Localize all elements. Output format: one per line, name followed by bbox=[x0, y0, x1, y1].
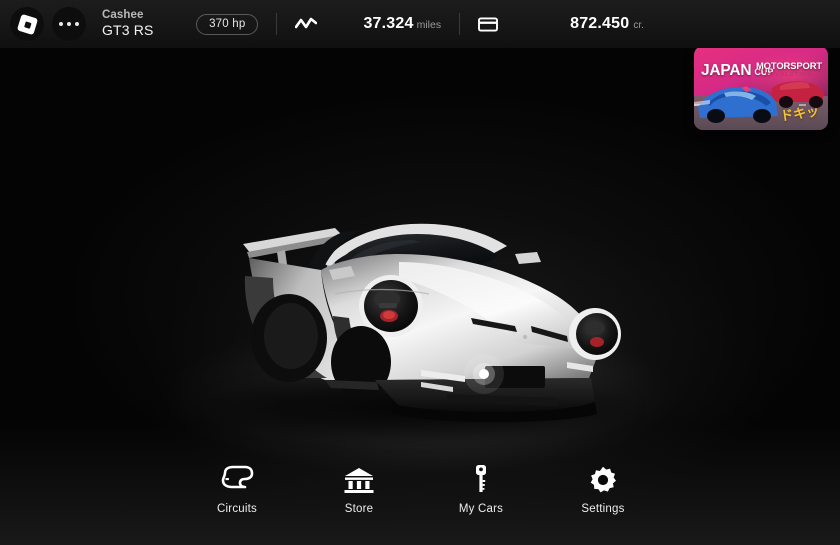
nav-label-store: Store bbox=[344, 503, 374, 515]
credits-stat: 872.450 cr. bbox=[460, 11, 662, 37]
credits-unit: cr. bbox=[633, 20, 644, 31]
porsche-gt3-rs-illustration bbox=[243, 223, 621, 423]
promo-brand-group: MOTORSPORT REVOLUTION bbox=[756, 61, 822, 78]
car-key-icon bbox=[471, 464, 491, 494]
activity-chart-icon bbox=[295, 16, 318, 32]
roblox-logo-icon bbox=[16, 13, 38, 35]
player-info: Cashee GT3 RS bbox=[102, 8, 153, 39]
current-car-name: GT3 RS bbox=[102, 22, 154, 39]
bank-building-icon bbox=[344, 464, 374, 494]
more-options-button[interactable] bbox=[52, 7, 86, 41]
promo-title: JAPAN bbox=[701, 62, 752, 79]
credits-value: 872.450 bbox=[570, 15, 630, 32]
nav-label-circuits: Circuits bbox=[217, 503, 257, 515]
game-garage-screen: Cashee GT3 RS 370 hp 37.324 miles 872.45… bbox=[0, 0, 840, 545]
promo-brand: MOTORSPORT bbox=[755, 60, 822, 71]
nav-label-my-cars: My Cars bbox=[458, 503, 504, 515]
race-track-icon bbox=[220, 464, 254, 494]
car-model-viewport[interactable] bbox=[160, 166, 680, 476]
nav-item-store[interactable]: Store bbox=[318, 464, 400, 515]
gear-icon bbox=[589, 464, 617, 494]
bottom-nav: Circuits Store My Cars Settings bbox=[0, 464, 840, 515]
player-name: Cashee bbox=[102, 9, 144, 22]
power-stat: 370 hp bbox=[178, 11, 276, 37]
distance-stat: 37.324 miles bbox=[277, 11, 459, 37]
promo-card[interactable]: JAPAN CUP MOTORSPORT REVOLUTION ドキッ bbox=[694, 46, 828, 130]
top-bar: Cashee GT3 RS 370 hp 37.324 miles 872.45… bbox=[0, 0, 840, 48]
nav-label-settings: Settings bbox=[581, 503, 625, 515]
distance-unit: miles bbox=[416, 19, 442, 31]
roblox-logo-button[interactable] bbox=[10, 7, 44, 41]
nav-item-settings[interactable]: Settings bbox=[562, 464, 644, 515]
nav-item-circuits[interactable]: Circuits bbox=[196, 464, 278, 515]
distance-value: 37.324 bbox=[363, 15, 414, 32]
promo-brand-sub: REVOLUTION bbox=[765, 71, 813, 78]
credit-card-icon bbox=[478, 16, 499, 32]
power-badge: 370 hp bbox=[196, 13, 259, 35]
nav-item-my-cars[interactable]: My Cars bbox=[440, 464, 522, 515]
more-options-icon bbox=[58, 21, 80, 27]
top-bar-left: Cashee GT3 RS bbox=[10, 7, 153, 41]
